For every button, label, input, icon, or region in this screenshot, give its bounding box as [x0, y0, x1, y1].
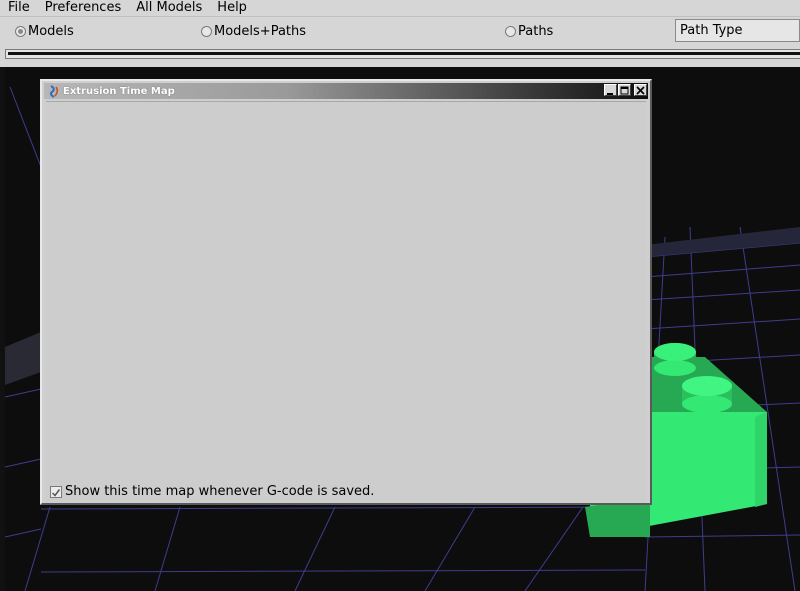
- path-type-dropdown[interactable]: Path Type: [675, 19, 800, 42]
- time-map-canvas: [46, 101, 646, 502]
- java-app-icon: [49, 84, 59, 98]
- grid-shadow-band: [5, 332, 41, 385]
- radio-models-paths[interactable]: Models+Paths: [201, 24, 306, 39]
- menu-preferences[interactable]: Preferences: [37, 0, 128, 16]
- extrusion-time-map-window: Extrusion Time Map Show this time map wh…: [40, 79, 652, 505]
- window-titlebar[interactable]: Extrusion Time Map: [44, 83, 648, 99]
- progress-bar-fill: [8, 52, 800, 55]
- menu-file[interactable]: File: [0, 0, 37, 16]
- progress-bar: [5, 49, 800, 59]
- radio-models-circle[interactable]: [15, 26, 26, 37]
- menu-all-models[interactable]: All Models: [128, 0, 209, 16]
- radio-models-paths-circle[interactable]: [201, 26, 212, 37]
- checkmark-icon: [51, 488, 61, 497]
- radio-paths-circle[interactable]: [505, 26, 516, 37]
- window-title: Extrusion Time Map: [63, 85, 175, 97]
- minimize-button[interactable]: [604, 84, 617, 96]
- grid-shadow-band-right: [645, 227, 800, 257]
- radio-models[interactable]: Models: [15, 24, 74, 39]
- show-on-save-checkbox[interactable]: [50, 485, 62, 498]
- radio-paths-label: Paths: [518, 24, 554, 39]
- show-on-save-label: Show this time map whenever G-code is sa…: [65, 484, 375, 499]
- maximize-button[interactable]: [618, 84, 631, 96]
- radio-models-label: Models: [28, 24, 74, 39]
- radio-models-paths-label: Models+Paths: [214, 24, 307, 39]
- close-button[interactable]: [634, 84, 647, 96]
- maximize-icon: [620, 86, 629, 95]
- menu-bar: File Preferences All Models Help: [0, 0, 800, 16]
- close-icon: [636, 86, 645, 95]
- progress-strip: [0, 45, 800, 67]
- radio-paths[interactable]: Paths: [505, 24, 553, 39]
- show-on-save-option[interactable]: Show this time map whenever G-code is sa…: [50, 484, 374, 499]
- menu-help[interactable]: Help: [209, 0, 254, 16]
- minimize-icon: [607, 93, 613, 95]
